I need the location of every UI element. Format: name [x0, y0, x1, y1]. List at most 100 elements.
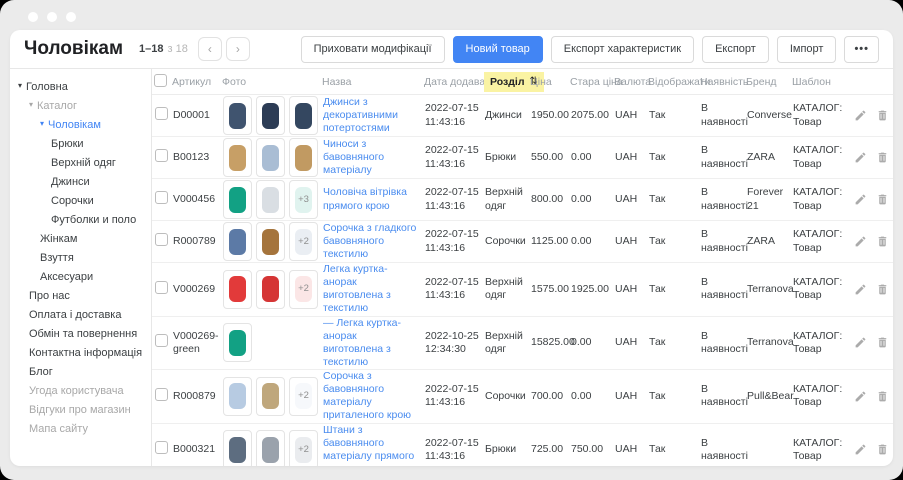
row-checkbox[interactable] [155, 441, 168, 454]
product-name-link[interactable]: Легка куртка-анорак виготовлена з тексти… [323, 263, 419, 316]
product-thumbnail[interactable] [256, 180, 285, 219]
product-thumbnail[interactable] [223, 377, 252, 416]
sidebar-item[interactable]: Мапа сайту [10, 419, 151, 438]
product-name-link[interactable]: Чиноси з бавовняного матеріалу [323, 138, 419, 177]
currency-cell: UAH [612, 95, 646, 137]
template-cell: КАТАЛОГ: Товар [790, 370, 851, 424]
price-cell: 550.00 [528, 137, 568, 179]
product-thumbnail[interactable] [256, 430, 285, 466]
edit-icon[interactable] [854, 390, 867, 403]
product-thumbnail[interactable] [289, 138, 318, 177]
sidebar-item[interactable]: Обмін та повернення [10, 324, 151, 343]
delete-icon[interactable] [876, 193, 889, 206]
more-photos-badge[interactable]: +3 [289, 180, 318, 219]
row-checkbox[interactable] [155, 233, 168, 246]
delete-icon[interactable] [876, 283, 889, 296]
column-header-label[interactable]: Бренд [746, 76, 777, 88]
sidebar-item[interactable]: Сорочки [10, 191, 151, 210]
sidebar-item[interactable]: Брюки [10, 134, 151, 153]
edit-icon[interactable] [854, 336, 867, 349]
delete-icon[interactable] [876, 336, 889, 349]
edit-icon[interactable] [854, 283, 867, 296]
select-all-checkbox[interactable] [154, 74, 167, 87]
sidebar-item[interactable]: Верхній одяг [10, 153, 151, 172]
edit-icon[interactable] [854, 193, 867, 206]
prev-page-button[interactable]: ‹ [198, 37, 222, 61]
sidebar-item[interactable]: Аксесуари [10, 267, 151, 286]
sidebar-item[interactable]: Футболки и поло [10, 210, 151, 229]
delete-icon[interactable] [876, 390, 889, 403]
product-thumbnail[interactable] [223, 323, 252, 362]
export-characteristics-button[interactable]: Експорт характеристик [551, 36, 694, 63]
product-thumbnail[interactable] [256, 377, 285, 416]
sidebar-item[interactable]: ▾Чоловікам [10, 115, 151, 134]
column-header-section: Розділ⇅ [482, 69, 528, 95]
sidebar-item[interactable]: Джинси [10, 172, 151, 191]
product-name-link[interactable]: Сорочка з бавовняного матеріалу притален… [323, 370, 419, 423]
column-header-label[interactable]: Ціна [530, 76, 552, 88]
more-actions-button[interactable]: ••• [844, 36, 879, 63]
delete-icon[interactable] [876, 443, 889, 456]
column-header-label[interactable]: Назва [322, 76, 351, 88]
product-thumbnail[interactable] [223, 180, 252, 219]
sidebar-item[interactable]: Контактна інформація [10, 343, 151, 362]
more-photos-badge[interactable]: +2 [289, 377, 318, 416]
product-thumbnail[interactable] [223, 138, 252, 177]
more-photos-badge[interactable]: +2 [289, 222, 318, 261]
row-checkbox[interactable] [155, 388, 168, 401]
product-thumbnail[interactable] [256, 138, 285, 177]
row-checkbox[interactable] [155, 191, 168, 204]
sidebar-item[interactable]: ▾Головна [10, 77, 151, 96]
export-button[interactable]: Експорт [702, 36, 769, 63]
new-product-button[interactable]: Новий товар [453, 36, 543, 63]
sidebar-item[interactable]: Блог [10, 362, 151, 381]
sidebar-item[interactable]: Взуття [10, 248, 151, 267]
sidebar-item[interactable]: Оплата і доставка [10, 305, 151, 324]
currency-cell: UAH [612, 263, 646, 317]
product-name-link[interactable]: Чоловіча вітрівка прямого крою [323, 186, 419, 212]
product-name-link[interactable]: Сорочка з гладкого бавовняного текстилю [323, 222, 419, 261]
column-header-label[interactable]: Валюта [614, 76, 651, 88]
article-cell: R000789 [170, 221, 220, 263]
product-thumbnail[interactable] [223, 222, 252, 261]
product-thumbnail[interactable] [256, 222, 285, 261]
column-header-label[interactable]: Фото [222, 76, 246, 88]
row-checkbox[interactable] [155, 149, 168, 162]
brand-cell: Converse [744, 95, 790, 137]
hide-modifications-button[interactable]: Приховати модифікації [301, 36, 445, 63]
delete-icon[interactable] [876, 235, 889, 248]
product-name-link[interactable]: Штани з бавовняного матеріалу прямого кр… [323, 424, 419, 467]
row-checkbox[interactable] [155, 334, 168, 347]
product-name-link[interactable]: — Легка куртка-анорак виготовлена з текс… [323, 317, 419, 370]
product-name-link[interactable]: Джинси з декоративними потертостями [323, 96, 419, 135]
edit-icon[interactable] [854, 235, 867, 248]
sidebar-item[interactable]: Угода користувача [10, 381, 151, 400]
sidebar-item[interactable]: Про нас [10, 286, 151, 305]
column-header-label[interactable]: Наявність [700, 76, 748, 88]
product-thumbnail[interactable] [223, 430, 252, 466]
import-button[interactable]: Імпорт [777, 36, 837, 63]
next-page-button[interactable]: › [226, 37, 250, 61]
product-thumbnail[interactable] [256, 96, 285, 135]
minimize-window-icon[interactable] [47, 12, 57, 22]
row-checkbox[interactable] [155, 107, 168, 120]
sidebar-item[interactable]: ▾Каталог [10, 96, 151, 115]
sidebar-item[interactable]: Жінкам [10, 229, 151, 248]
sidebar-item[interactable]: Відгуки про магазин [10, 400, 151, 419]
more-photos-badge[interactable]: +2 [289, 430, 318, 466]
edit-icon[interactable] [854, 109, 867, 122]
edit-icon[interactable] [854, 151, 867, 164]
close-window-icon[interactable] [28, 12, 38, 22]
maximize-window-icon[interactable] [66, 12, 76, 22]
edit-icon[interactable] [854, 443, 867, 456]
delete-icon[interactable] [876, 109, 889, 122]
column-header-label[interactable]: Артикул [172, 76, 211, 88]
product-thumbnail[interactable] [223, 96, 252, 135]
product-thumbnail[interactable] [256, 270, 285, 309]
more-photos-badge[interactable]: +2 [289, 270, 318, 309]
product-thumbnail[interactable] [223, 270, 252, 309]
product-thumbnail[interactable] [289, 96, 318, 135]
row-checkbox[interactable] [155, 281, 168, 294]
delete-icon[interactable] [876, 151, 889, 164]
column-header-label[interactable]: Шаблон [792, 76, 831, 88]
